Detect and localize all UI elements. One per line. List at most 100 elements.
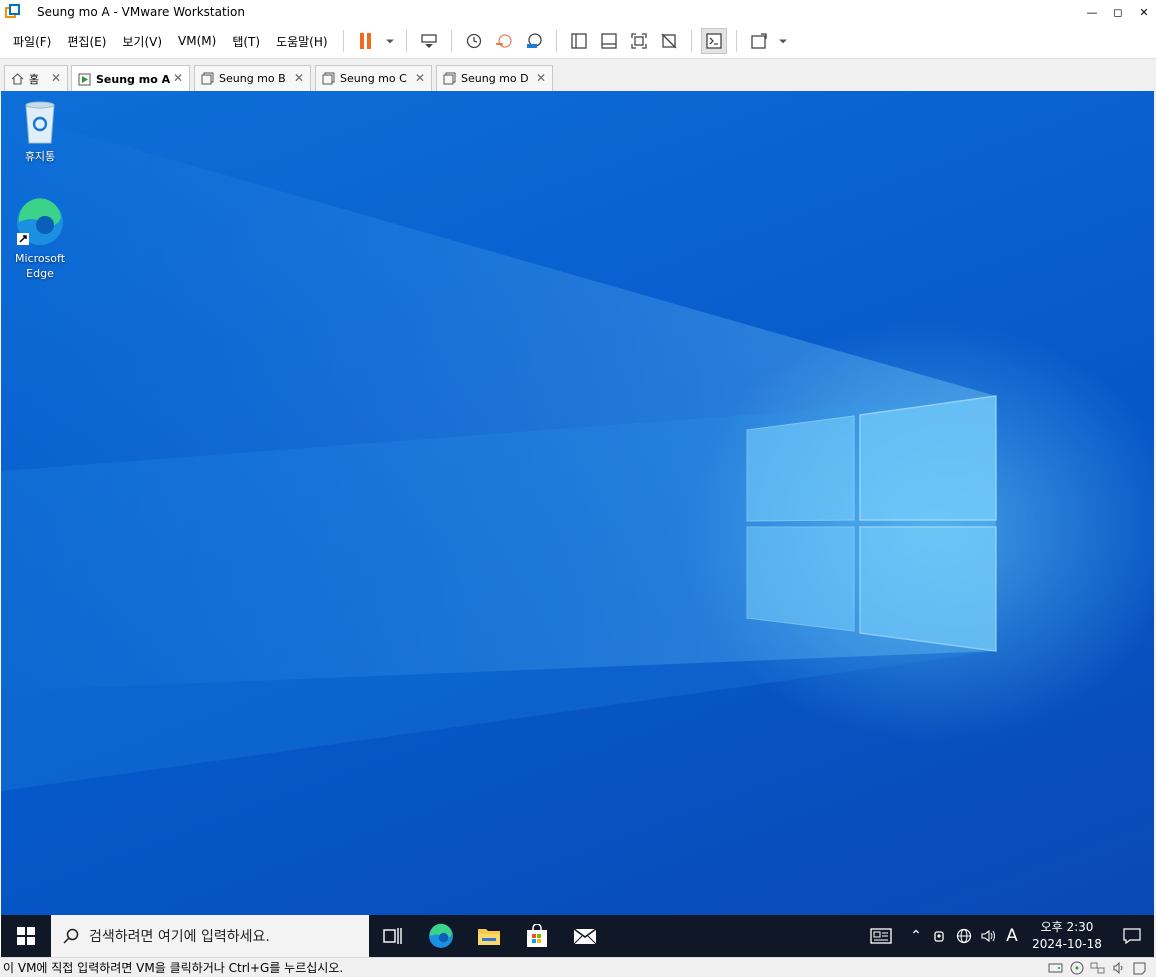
vm-console[interactable]: 휴지통 Microsoft Edge (1, 91, 1154, 915)
pause-button[interactable] (353, 28, 379, 54)
power-dropdown-button[interactable] (383, 28, 397, 54)
start-button[interactable] (1, 915, 51, 957)
snapshot-manager-button[interactable] (521, 28, 547, 54)
stretch-dropdown-button[interactable] (776, 28, 790, 54)
tab-label: Seung mo B (219, 72, 286, 85)
pause-icon (359, 33, 371, 49)
toolbar-divider (735, 30, 737, 52)
title-bar: Seung mo A - VMware Workstation — ◻ ✕ (0, 0, 1156, 24)
search-placeholder: 검색하려면 여기에 입력하세요. (89, 929, 270, 945)
full-screen-button[interactable] (626, 28, 652, 54)
close-tab-icon[interactable]: ✕ (415, 71, 425, 85)
menu-vm[interactable]: VM(M) (170, 34, 224, 48)
show-thumbnail-button[interactable] (596, 28, 622, 54)
keyboard-send-icon (420, 34, 437, 48)
news-icon (870, 928, 892, 944)
tab-seung-mo-d[interactable]: Seung mo D ✕ (436, 65, 553, 91)
recycle-bin-icon (25, 101, 55, 144)
close-button[interactable]: ✕ (1132, 0, 1156, 24)
unity-off-icon (661, 33, 677, 49)
tab-seung-mo-a[interactable]: Seung mo A ✕ (71, 65, 190, 92)
taskbar-edge-button[interactable] (417, 915, 465, 957)
network-button[interactable] (952, 915, 976, 957)
clock-date: 2024-10-18 (1032, 937, 1102, 951)
show-library-button[interactable] (566, 28, 592, 54)
terminal-icon (705, 33, 722, 49)
stretch-guest-button[interactable] (746, 28, 772, 54)
vmware-logo-icon (5, 4, 21, 20)
revert-snapshot-button[interactable] (491, 28, 517, 54)
folder-icon (478, 929, 500, 945)
tab-seung-mo-b[interactable]: Seung mo B ✕ (194, 65, 311, 91)
taskbar-search-box[interactable]: 검색하려면 여기에 입력하세요. (51, 915, 369, 957)
taskbar-clock[interactable]: 오후 2:30 2024-10-18 (1024, 919, 1110, 953)
toolbar-divider (555, 30, 557, 52)
task-view-icon (383, 928, 402, 944)
toolbar-divider (450, 30, 452, 52)
network-adapter-status-icon[interactable] (1087, 960, 1108, 976)
close-tab-icon[interactable]: ✕ (294, 71, 304, 85)
taskbar-store-button[interactable] (513, 915, 561, 957)
tray-meet-button[interactable] (928, 915, 952, 957)
menu-toolbar-bar: 파일(F) 편집(E) 보기(V) VM(M) 탭(T) 도움말(H) (0, 24, 1156, 58)
snapshot-clock-icon (466, 33, 481, 49)
show-hidden-icons-button[interactable]: ⌃ (904, 915, 928, 957)
globe-icon (956, 928, 972, 944)
snapshot-manager-icon (526, 33, 542, 48)
desktop-icon-label: 휴지통 (24, 150, 56, 163)
mail-icon (573, 928, 597, 945)
hard-disk-status-icon[interactable] (1045, 960, 1066, 976)
message-log-status-icon[interactable] (1129, 960, 1150, 976)
news-widget-button[interactable] (858, 915, 904, 957)
window-title: Seung mo A - VMware Workstation (37, 5, 245, 19)
unity-button[interactable] (656, 28, 682, 54)
caret-down-icon (778, 39, 787, 44)
menu-tab[interactable]: 탭(T) (224, 33, 268, 50)
menu-edit[interactable]: 편집(E) (59, 33, 114, 50)
revert-clock-icon (495, 34, 512, 48)
toolbar-divider (405, 30, 407, 52)
menu-help[interactable]: 도움말(H) (268, 33, 336, 50)
desktop-icon-label: Microsoft Edge (14, 252, 66, 280)
ime-indicator[interactable]: A (1000, 915, 1024, 957)
status-message: 이 VM에 직접 입력하려면 VM을 클릭하거나 Ctrl+G를 누르십시오. (3, 961, 344, 975)
minimize-button[interactable]: — (1080, 0, 1104, 24)
desktop-icon-recycle-bin[interactable]: 휴지통 (5, 99, 75, 164)
snapshot-button[interactable] (461, 28, 487, 54)
desktop-icon-edge[interactable]: Microsoft Edge (5, 197, 75, 281)
bottom-panel-icon (600, 33, 617, 49)
close-tab-icon[interactable]: ✕ (173, 71, 183, 85)
close-tab-icon[interactable]: ✕ (51, 71, 61, 85)
caret-down-icon (385, 39, 394, 44)
windows-start-icon (17, 927, 35, 945)
console-view-button[interactable] (700, 28, 727, 54)
action-center-button[interactable] (1110, 915, 1154, 957)
cd-dvd-status-icon[interactable] (1066, 960, 1087, 976)
speaker-icon (981, 929, 995, 943)
system-tray: ⌃ A 오후 2:30 2024-10-18 (858, 915, 1154, 957)
taskbar-mail-button[interactable] (561, 915, 609, 957)
menu-file[interactable]: 파일(F) (5, 33, 59, 50)
notification-icon (1123, 928, 1141, 944)
tab-bar: 홈 ✕ Seung mo A ✕ Seung mo B ✕ Seung mo C… (0, 58, 1156, 92)
vm-icon (322, 72, 335, 85)
sidebar-layout-icon (570, 33, 587, 49)
vm-icon (201, 72, 214, 85)
tab-seung-mo-c[interactable]: Seung mo C ✕ (315, 65, 432, 91)
tab-label: 홈 (29, 72, 40, 86)
fullscreen-icon (630, 33, 647, 49)
task-view-button[interactable] (369, 915, 417, 957)
tab-label: Seung mo C (340, 72, 407, 85)
tab-home[interactable]: 홈 ✕ (4, 65, 68, 91)
close-tab-icon[interactable]: ✕ (536, 71, 546, 85)
taskbar-file-explorer-button[interactable] (465, 915, 513, 957)
menu-view[interactable]: 보기(V) (114, 33, 170, 50)
maximize-button[interactable]: ◻ (1106, 0, 1130, 24)
toolbar-divider (342, 30, 344, 52)
status-bar: 이 VM에 직접 입력하려면 VM을 클릭하거나 Ctrl+G를 누르십시오. (0, 957, 1156, 977)
volume-button[interactable] (976, 915, 1000, 957)
sound-card-status-icon[interactable] (1108, 960, 1129, 976)
store-bag-icon (527, 924, 547, 947)
send-ctrl-alt-del-button[interactable] (416, 28, 442, 54)
guest-taskbar: 검색하려면 여기에 입력하세요. ⌃ A 오후 2:30 2024-10-18 (1, 915, 1154, 957)
